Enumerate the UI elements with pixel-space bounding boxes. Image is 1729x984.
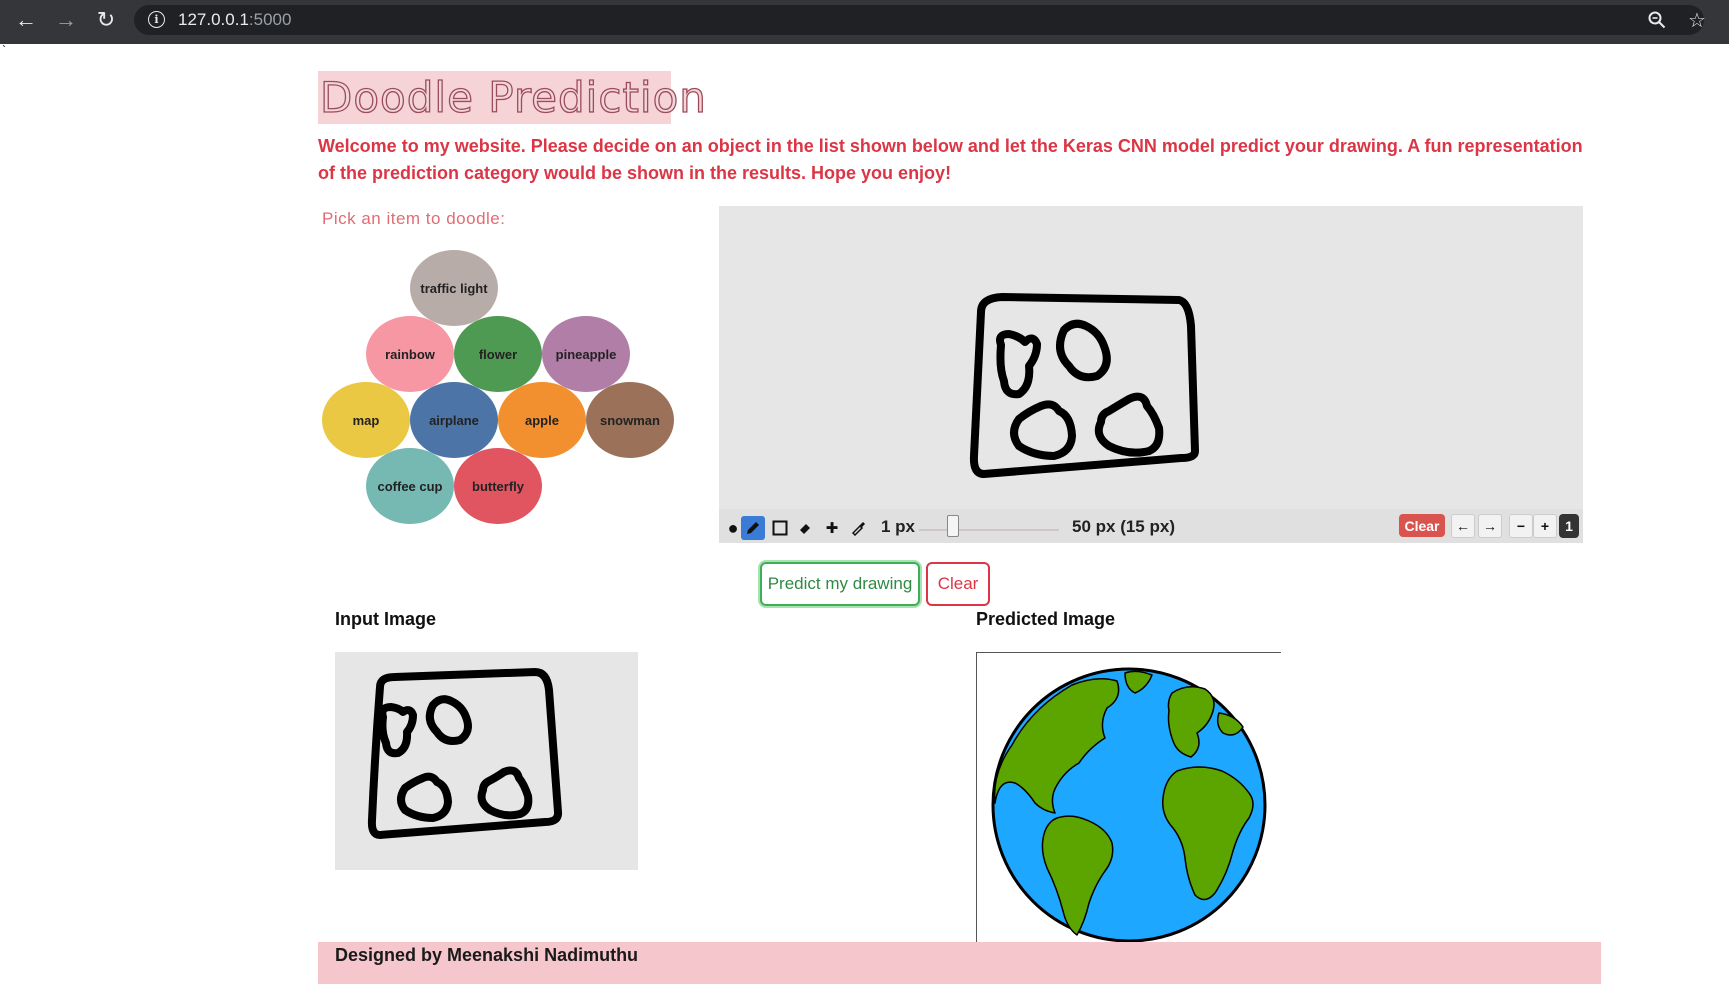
clear-button[interactable]: Clear [926, 562, 990, 606]
reload-icon[interactable]: ↻ [87, 0, 125, 40]
toolbar-clear-button[interactable]: Clear [1399, 514, 1445, 537]
item-label: butterfly [472, 478, 524, 494]
doodle-drawing [969, 293, 1199, 478]
item-rainbow[interactable]: rainbow [366, 316, 454, 392]
browser-toolbar: ← → ↻ i 127.0.0.1:5000 ☆ [0, 0, 1729, 44]
footer-credit: Designed by Meenakshi Nadimuthu [335, 945, 639, 965]
eyedropper-tool-icon[interactable] [846, 516, 870, 540]
item-label: apple [525, 412, 559, 428]
item-snowman[interactable]: snowman [586, 382, 674, 458]
item-apple[interactable]: apple [498, 382, 586, 458]
item-pineapple[interactable]: pineapple [542, 316, 630, 392]
zoom-in-button[interactable]: + [1533, 514, 1557, 538]
item-flower[interactable]: flower [454, 316, 542, 392]
move-tool-icon[interactable]: ✚ [820, 516, 844, 540]
pick-item-label: Pick an item to doodle: [322, 209, 506, 228]
item-traffic-light[interactable]: traffic light [410, 250, 498, 326]
redo-button[interactable]: → [1478, 514, 1502, 538]
item-label: coffee cup [377, 478, 443, 494]
item-label: traffic light [420, 280, 488, 296]
item-label: pineapple [555, 346, 617, 362]
stray-backtick: ` [2, 43, 6, 57]
predicted-image [976, 652, 1281, 943]
zoom-level-badge: 1 [1559, 514, 1579, 538]
undo-button[interactable]: ← [1451, 514, 1475, 538]
item-label: snowman [600, 412, 660, 428]
predict-button[interactable]: Predict my drawing [760, 562, 920, 606]
item-label: map [352, 412, 380, 428]
page-title: Doodle Prediction [319, 72, 707, 122]
globe-illustration [991, 667, 1267, 943]
url-port: :5000 [248, 10, 292, 29]
eraser-tool-icon[interactable] [794, 516, 818, 540]
site-info-icon[interactable]: i [148, 11, 165, 28]
item-airplane[interactable]: airplane [410, 382, 498, 458]
item-label: airplane [429, 412, 479, 428]
footer-bar: Designed by Meenakshi Nadimuthu [318, 942, 1601, 984]
brush-size-slider-thumb[interactable] [947, 515, 959, 537]
predicted-image-heading: Predicted Image [976, 609, 1116, 629]
brush-size-slider-track[interactable] [919, 529, 1059, 531]
url-text[interactable]: 127.0.0.1:5000 [178, 10, 291, 30]
item-map[interactable]: map [322, 382, 410, 458]
line-width-readout: 1 px [881, 517, 916, 536]
zoom-out-button[interactable]: − [1509, 514, 1533, 538]
input-image-heading: Input Image [335, 609, 437, 629]
item-coffee-cup[interactable]: coffee cup [366, 448, 454, 524]
forward-arrow-icon[interactable]: → [47, 0, 85, 40]
item-label: rainbow [385, 346, 435, 362]
input-image [335, 652, 638, 870]
zoom-icon[interactable] [1640, 0, 1674, 40]
brush-size-readout: 50 px (15 px) [1072, 517, 1175, 536]
pencil-tool-icon[interactable] [741, 516, 765, 540]
drawing-canvas[interactable]: ● ✚ 1 px 50 px (15 px) Clear ← → − + 1 [719, 206, 1583, 543]
intro-text: Welcome to my website. Please decide on … [318, 136, 1583, 183]
url-host: 127.0.0.1 [178, 10, 249, 29]
page-title-box: Doodle Prediction [318, 71, 707, 124]
canvas-toolbar: ● ✚ 1 px 50 px (15 px) Clear ← → − + 1 [719, 509, 1583, 543]
item-butterfly[interactable]: butterfly [454, 448, 542, 524]
address-bar[interactable]: i 127.0.0.1:5000 [134, 5, 1704, 35]
bookmark-star-icon[interactable]: ☆ [1680, 0, 1714, 40]
back-arrow-icon[interactable]: ← [7, 0, 45, 40]
item-label: flower [478, 346, 518, 362]
rectangle-tool-icon[interactable] [768, 516, 792, 540]
